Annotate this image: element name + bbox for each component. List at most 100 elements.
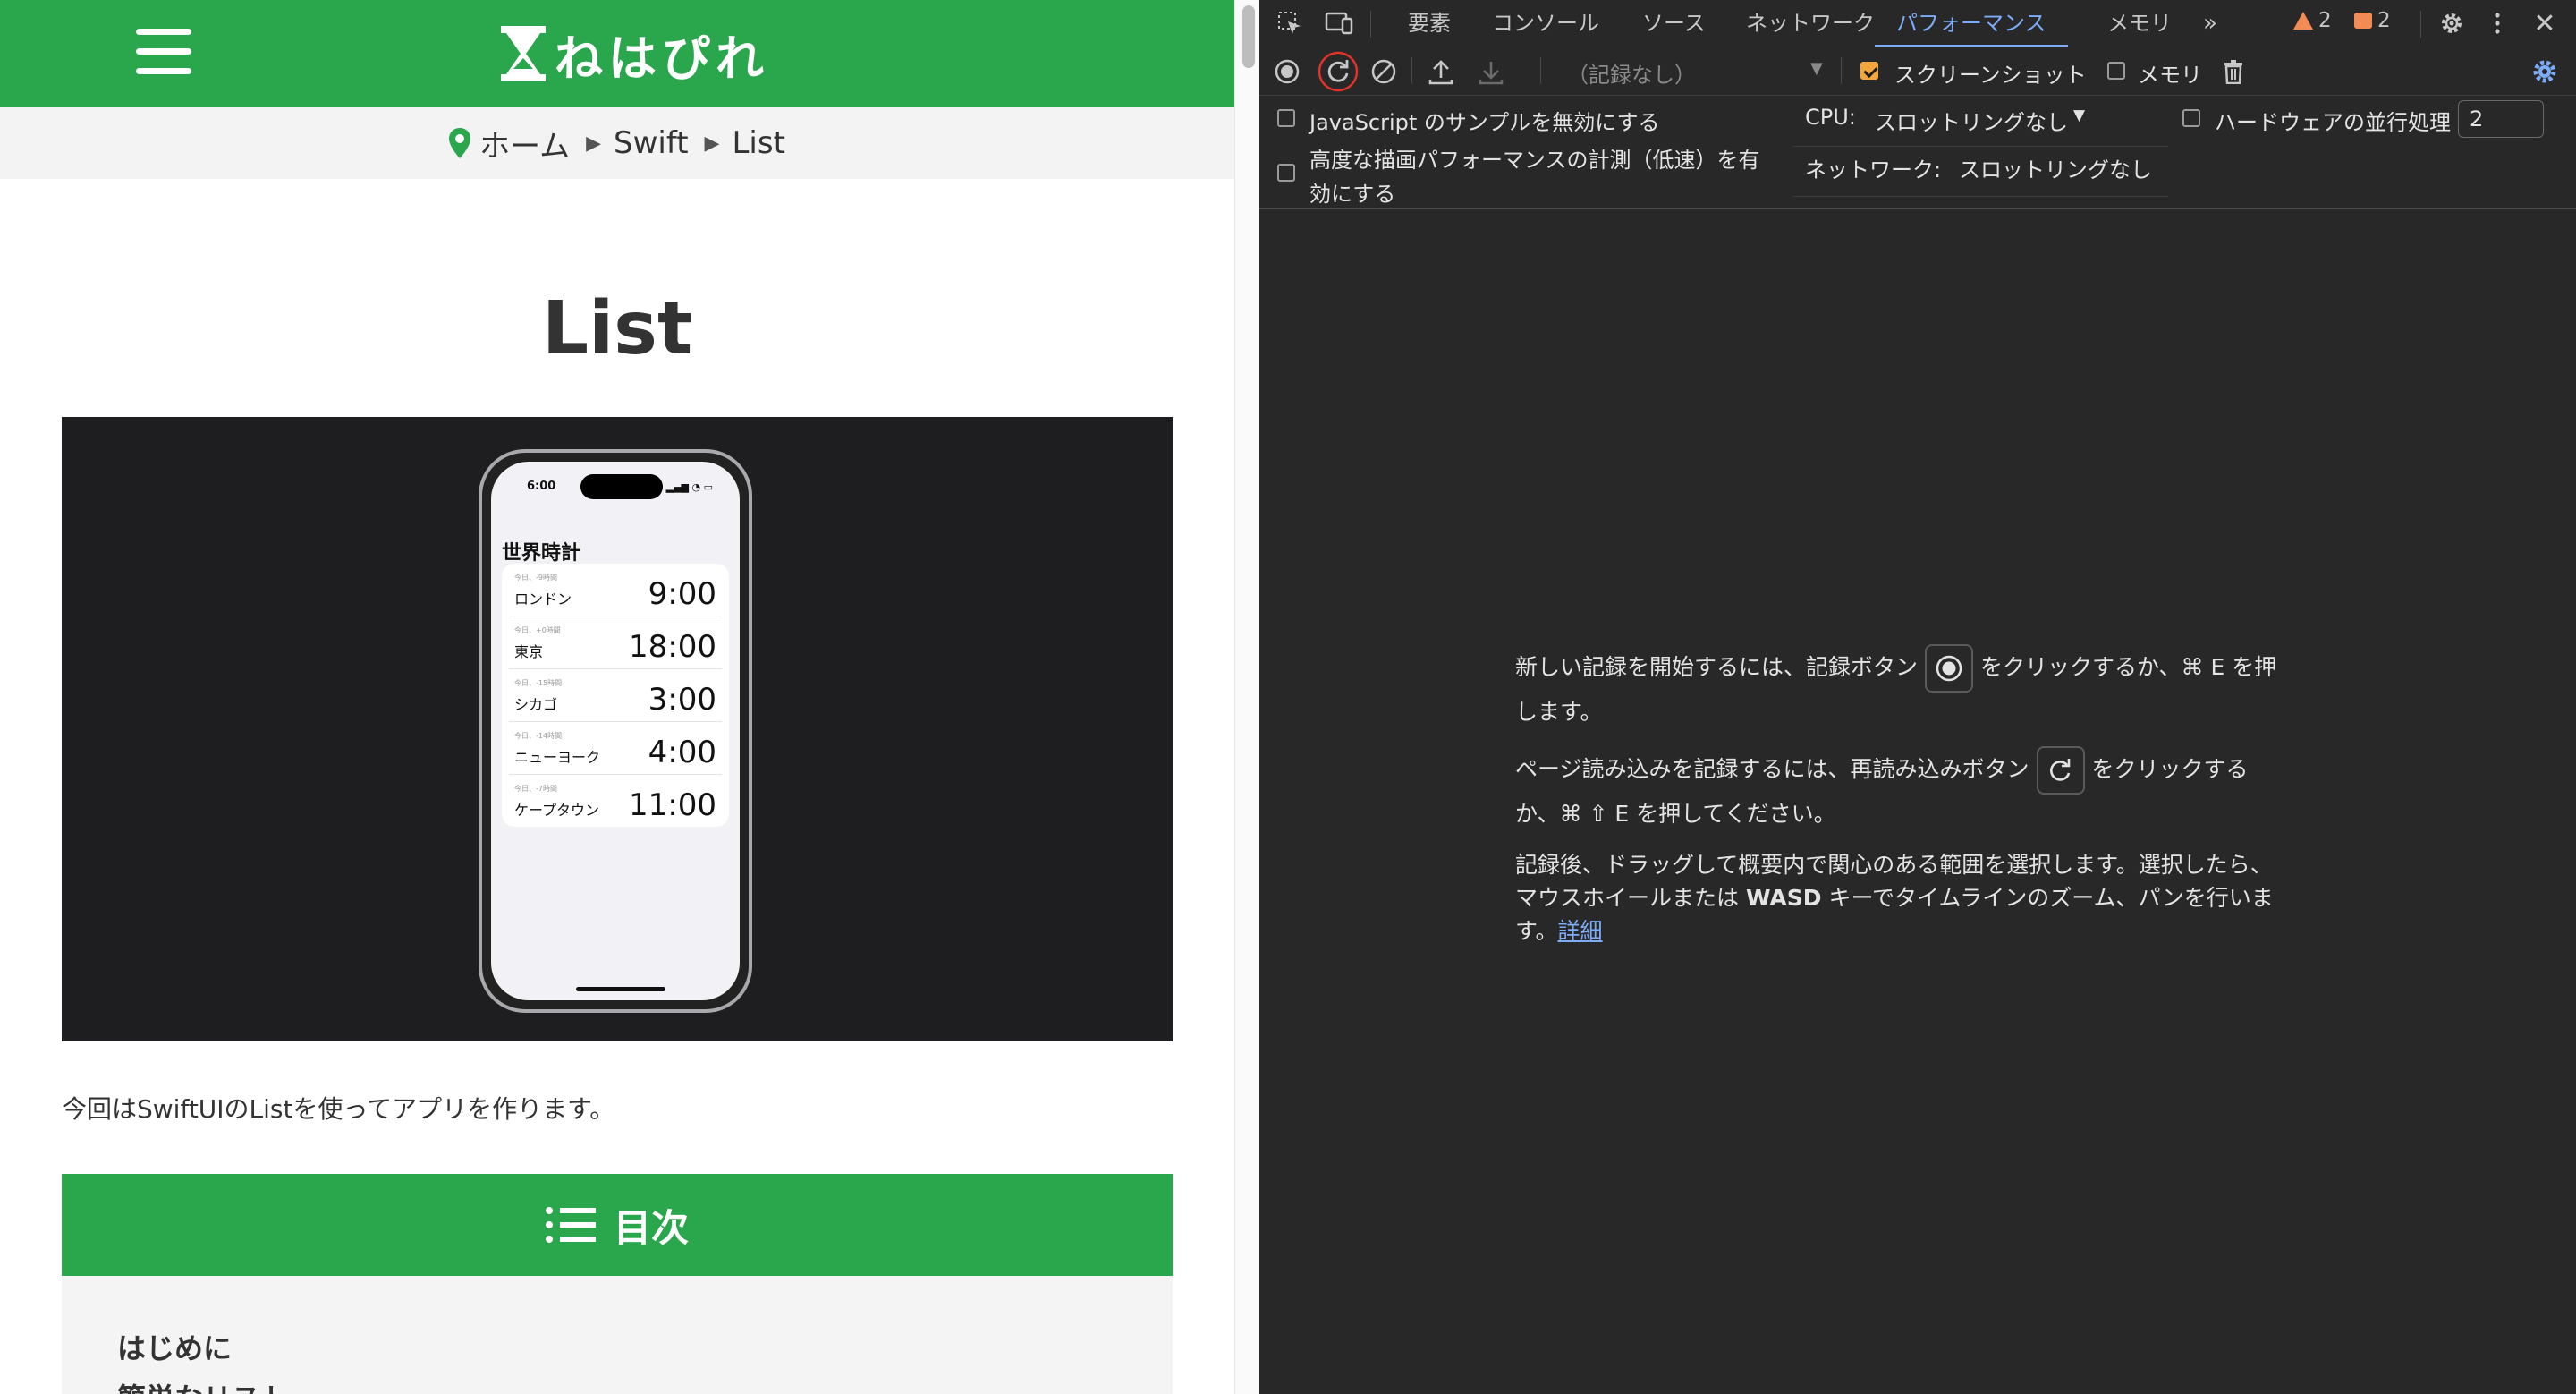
clock-city: ニューヨーク bbox=[514, 749, 601, 766]
reload-button-illustration bbox=[2036, 746, 2085, 795]
disable-js-samples-label: JavaScript のサンプルを無効にする bbox=[1309, 110, 1660, 135]
clear-icon[interactable] bbox=[1368, 56, 1399, 87]
site-logo[interactable]: ねはぴれ bbox=[501, 20, 769, 88]
clock-list: 今日、-9時間 ロンドン 9:00 今日、+0時間 東京 18:00 今日、-1… bbox=[502, 564, 729, 827]
tab-sources[interactable]: ソース bbox=[1642, 0, 1706, 45]
cpu-throttling-select[interactable]: スロットリングなし bbox=[1875, 105, 2068, 136]
device-toolbar-icon[interactable] bbox=[1324, 9, 1354, 38]
tab-console[interactable]: コンソール bbox=[1492, 0, 1599, 45]
logo-text: ねはぴれ bbox=[555, 30, 769, 87]
clock-offset: 今日、-7時間 bbox=[514, 785, 557, 793]
phone-status-time: 6:00 bbox=[527, 480, 556, 493]
issues-badge[interactable]: 2 bbox=[2354, 9, 2391, 32]
devtools-tabbar: 要素 コンソール ソース ネットワーク パフォーマンス メモリ » 2 2 ✕ bbox=[1259, 0, 2576, 47]
more-options-icon[interactable] bbox=[2488, 8, 2506, 38]
warning-icon bbox=[2293, 12, 2313, 30]
clock-time: 11:00 bbox=[629, 787, 716, 823]
hourglass-icon bbox=[501, 26, 546, 81]
hw-concurrency-label: ハードウェアの並行処理 bbox=[2215, 110, 2451, 135]
scroll-thumb[interactable] bbox=[1242, 5, 1255, 68]
list-item: 今日、+0時間 東京 18:00 bbox=[509, 616, 722, 669]
record-text-2: をクリックするか、⌘ E を押 bbox=[1980, 654, 2277, 680]
breadcrumb-swift[interactable]: Swift bbox=[614, 125, 689, 161]
chevron-down-icon[interactable]: ▼ bbox=[2073, 106, 2085, 124]
more-tabs-icon[interactable]: » bbox=[2197, 9, 2224, 38]
dynamic-island bbox=[580, 474, 663, 499]
clock-offset: 今日、-9時間 bbox=[514, 574, 557, 582]
toc-item[interactable]: 簡単なリスト bbox=[117, 1376, 289, 1394]
divider bbox=[1792, 146, 2168, 147]
reload-instructions: ページ読み込みを記録するには、再読み込みボタン をクリックする か、⌘ ⇧ E … bbox=[1515, 746, 2320, 834]
memory-checkbox[interactable] bbox=[2107, 62, 2125, 80]
toc-title: 目次 bbox=[613, 1205, 689, 1250]
screenshot-label: スクリーンショット bbox=[1894, 63, 2087, 88]
hw-concurrency-checkbox[interactable] bbox=[2182, 109, 2200, 127]
list-icon bbox=[545, 1205, 596, 1245]
webpage: ねはぴれ ホーム ▶ Swift ▶ List List 6:00 ▂▄▆ ◔ … bbox=[0, 0, 1234, 1394]
tab-memory[interactable]: メモリ bbox=[2107, 0, 2172, 45]
site-header: ねはぴれ bbox=[0, 0, 1234, 107]
clock-city: シカゴ bbox=[514, 696, 558, 713]
screenshot-checkbox[interactable] bbox=[1860, 62, 1878, 80]
clock-city: 東京 bbox=[514, 643, 544, 660]
menu-icon[interactable] bbox=[136, 29, 191, 75]
list-item: 今日、-7時間 ケープタウン 11:00 bbox=[509, 775, 722, 827]
network-throttling-value[interactable]: スロットリングなし bbox=[1959, 152, 2152, 183]
capture-settings-icon[interactable] bbox=[2529, 56, 2560, 87]
warnings-badge[interactable]: 2 bbox=[2293, 9, 2332, 32]
divider bbox=[1411, 57, 1412, 84]
divider bbox=[2420, 11, 2421, 38]
breadcrumb-separator-icon: ▶ bbox=[704, 132, 720, 155]
tab-elements[interactable]: 要素 bbox=[1408, 0, 1451, 45]
toc-header[interactable]: 目次 bbox=[62, 1174, 1173, 1276]
page-title: List bbox=[541, 286, 693, 371]
reload-text-3: か、⌘ ⇧ E を押してください。 bbox=[1515, 801, 1836, 827]
record-text: 新しい記録を開始するには、記録ボタン bbox=[1515, 654, 1919, 680]
after-text-3: キーでタイムラインのズーム、パンを行いま bbox=[1828, 885, 2274, 911]
record-button[interactable] bbox=[1272, 56, 1302, 87]
trash-icon[interactable] bbox=[2220, 56, 2247, 87]
clock-time: 18:00 bbox=[629, 629, 716, 665]
breadcrumb-separator-icon: ▶ bbox=[586, 132, 601, 155]
tab-network[interactable]: ネットワーク bbox=[1746, 0, 1875, 45]
advanced-paint-checkbox[interactable] bbox=[1277, 164, 1295, 182]
clock-offset: 今日、-14時間 bbox=[514, 732, 563, 740]
clock-time: 9:00 bbox=[648, 576, 716, 612]
disable-js-samples-checkbox[interactable] bbox=[1277, 109, 1295, 127]
list-item: 今日、-14時間 ニューヨーク 4:00 bbox=[509, 722, 722, 775]
home-indicator bbox=[576, 987, 665, 991]
recording-select[interactable]: （記録なし） bbox=[1567, 57, 1696, 89]
list-item: 今日、-9時間 ロンドン 9:00 bbox=[509, 564, 722, 616]
gear-icon[interactable] bbox=[2436, 8, 2467, 38]
after-text-1: 記録後、ドラッグして概要内で関心のある範囲を選択します。選択したら、 bbox=[1515, 852, 2273, 878]
download-icon[interactable] bbox=[1476, 56, 1506, 87]
toc-item[interactable]: はじめに bbox=[117, 1326, 232, 1367]
clock-offset: 今日、+0時間 bbox=[514, 626, 561, 634]
clock-city: ケープタウン bbox=[514, 802, 600, 819]
clock-offset: 今日、-15時間 bbox=[514, 679, 563, 687]
performance-toolbar: （記録なし） ▼ スクリーンショット メモリ bbox=[1259, 47, 2576, 96]
clock-city: ロンドン bbox=[514, 591, 572, 608]
hw-concurrency-input[interactable]: 2 bbox=[2458, 100, 2544, 138]
issue-icon bbox=[2354, 13, 2372, 29]
after-text-2: マウスホイールまたは bbox=[1515, 885, 1740, 911]
reload-text: ページ読み込みを記録するには、再読み込みボタン bbox=[1515, 756, 2029, 782]
page-scrollbar[interactable] bbox=[1234, 0, 1260, 1394]
reload-record-button[interactable] bbox=[1317, 50, 1360, 93]
divider bbox=[1540, 57, 1541, 84]
breadcrumb-home[interactable]: ホーム bbox=[479, 122, 570, 166]
list-item: 今日、-15時間 シカゴ 3:00 bbox=[509, 669, 722, 722]
hero-image: 6:00 ▂▄▆ ◔ ▭ 世界時計 今日、-9時間 ロンドン 9:00 今日、+… bbox=[62, 417, 1173, 1041]
inspect-element-icon[interactable] bbox=[1275, 9, 1304, 38]
divider bbox=[1792, 196, 2168, 197]
tab-performance[interactable]: パフォーマンス bbox=[1875, 0, 2068, 47]
close-icon[interactable]: ✕ bbox=[2529, 8, 2560, 39]
breadcrumb: ホーム ▶ Swift ▶ List bbox=[0, 107, 1234, 179]
phone-mockup: 6:00 ▂▄▆ ◔ ▭ 世界時計 今日、-9時間 ロンドン 9:00 今日、+… bbox=[479, 449, 752, 1013]
network-label: ネットワーク: bbox=[1805, 157, 1942, 183]
upload-icon[interactable] bbox=[1426, 56, 1456, 87]
intro-text: 今回はSwiftUIのListを使ってアプリを作ります。 bbox=[62, 1094, 615, 1124]
learn-more-link[interactable]: 詳細 bbox=[1558, 918, 1603, 944]
chevron-down-icon[interactable]: ▼ bbox=[1810, 59, 1823, 78]
advanced-paint-label-line1: 高度な描画パフォーマンスの計測（低速）を有 bbox=[1309, 148, 1760, 173]
